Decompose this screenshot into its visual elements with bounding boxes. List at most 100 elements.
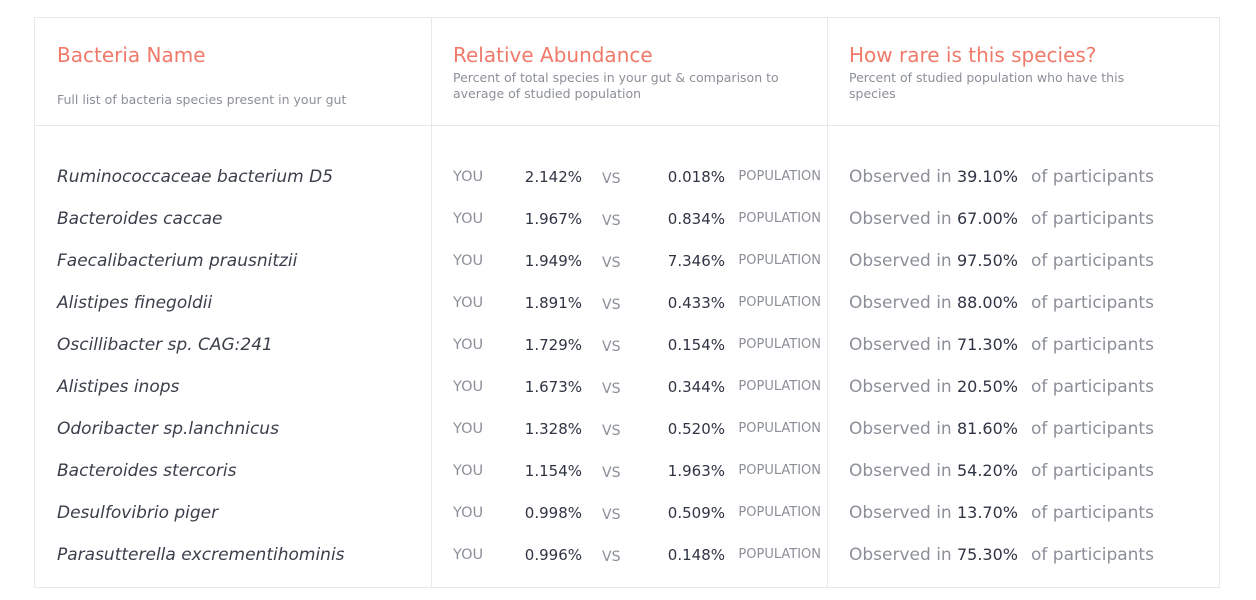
observed-in-label: Observed in (849, 545, 952, 565)
population-label: POPULATION (738, 505, 821, 520)
bacteria-name: Alistipes finegoldii (57, 293, 213, 313)
table-row: Observed in 67.00% of participants (828, 207, 1219, 231)
population-abundance-value: 0.509% (667, 504, 725, 522)
table-row: Observed in 39.10% of participants (828, 165, 1219, 189)
bacteria-name-column: Bacteria Name Full list of bacteria spec… (35, 18, 431, 587)
bacteria-name: Parasutterella excrementihominis (57, 545, 345, 565)
you-label: YOU (453, 295, 484, 311)
you-label: YOU (453, 505, 484, 521)
observed-in-label: Observed in (849, 377, 952, 397)
table-row: Oscillibacter sp. CAG:241 (35, 333, 431, 357)
bacteria-table: Bacteria Name Full list of bacteria spec… (34, 17, 1220, 588)
observed-percent-value: 88.00% (956, 293, 1018, 312)
table-row: YOU 1.673% VS 0.344% POPULATION (432, 375, 827, 399)
vs-label: VS (602, 339, 621, 355)
observed-in-label: Observed in (849, 503, 952, 523)
observed-in-label: Observed in (849, 419, 952, 439)
participants-label: of participants (1031, 209, 1154, 229)
participants-label: of participants (1031, 545, 1154, 565)
table-row: Faecalibacterium prausnitzii (35, 249, 431, 273)
observed-percent-value: 54.20% (956, 461, 1018, 480)
observed-percent-value: 75.30% (956, 545, 1018, 564)
observed-in-label: Observed in (849, 167, 952, 187)
table-row: Observed in 97.50% of participants (828, 249, 1219, 273)
table-row: Observed in 71.30% of participants (828, 333, 1219, 357)
observed-percent-value: 81.60% (956, 419, 1018, 438)
you-label: YOU (453, 211, 484, 227)
table-row: YOU 1.729% VS 0.154% POPULATION (432, 333, 827, 357)
bacteria-name: Ruminococcaceae bacterium D5 (57, 167, 334, 187)
table-row: Observed in 13.70% of participants (828, 501, 1219, 525)
bacteria-name: Desulfovibrio piger (57, 503, 219, 523)
bacteria-name: Oscillibacter sp. CAG:241 (57, 335, 273, 355)
rarity-header: How rare is this species? Percent of stu… (828, 18, 1219, 126)
participants-label: of participants (1031, 419, 1154, 439)
you-label: YOU (453, 253, 484, 269)
participants-label: of participants (1031, 377, 1154, 397)
vs-label: VS (602, 171, 621, 187)
population-abundance-value: 0.520% (667, 420, 725, 438)
you-label: YOU (453, 379, 484, 395)
population-label: POPULATION (738, 169, 821, 184)
bacteria-name: Odoribacter sp.lanchnicus (57, 419, 279, 439)
participants-label: of participants (1031, 461, 1154, 481)
population-label: POPULATION (738, 421, 821, 436)
population-label: POPULATION (738, 337, 821, 352)
bacteria-name: Faecalibacterium prausnitzii (57, 251, 298, 271)
you-label: YOU (453, 547, 484, 563)
table-row: YOU 0.996% VS 0.148% POPULATION (432, 543, 827, 567)
table-row: YOU 0.998% VS 0.509% POPULATION (432, 501, 827, 525)
table-row: Bacteroides stercoris (35, 459, 431, 483)
population-abundance-value: 0.433% (667, 294, 725, 312)
your-abundance-value: 2.142% (524, 168, 582, 186)
table-row: Observed in 81.60% of participants (828, 417, 1219, 441)
participants-label: of participants (1031, 293, 1154, 313)
population-abundance-value: 0.834% (667, 210, 725, 228)
population-abundance-value: 0.154% (667, 336, 725, 354)
participants-label: of participants (1031, 167, 1154, 187)
table-row: YOU 1.328% VS 0.520% POPULATION (432, 417, 827, 441)
table-row: YOU 1.891% VS 0.433% POPULATION (432, 291, 827, 315)
observed-percent-value: 67.00% (956, 209, 1018, 228)
your-abundance-value: 0.998% (524, 504, 582, 522)
table-row: Alistipes finegoldii (35, 291, 431, 315)
population-label: POPULATION (738, 547, 821, 562)
your-abundance-value: 1.729% (524, 336, 582, 354)
table-row: Desulfovibrio piger (35, 501, 431, 525)
bacteria-name: Alistipes inops (57, 377, 180, 397)
observed-percent-value: 13.70% (956, 503, 1018, 522)
observed-in-label: Observed in (849, 461, 952, 481)
vs-label: VS (602, 255, 621, 271)
relative-abundance-title: Relative Abundance (453, 43, 653, 67)
bacteria-name-subtitle: Full list of bacteria species present in… (57, 92, 347, 107)
observed-in-label: Observed in (849, 251, 952, 271)
table-row: Observed in 88.00% of participants (828, 291, 1219, 315)
participants-label: of participants (1031, 335, 1154, 355)
observed-percent-value: 39.10% (956, 167, 1018, 186)
population-label: POPULATION (738, 463, 821, 478)
vs-label: VS (602, 381, 621, 397)
participants-label: of participants (1031, 251, 1154, 271)
table-row: YOU 1.967% VS 0.834% POPULATION (432, 207, 827, 231)
table-row: YOU 1.949% VS 7.346% POPULATION (432, 249, 827, 273)
your-abundance-value: 1.967% (524, 210, 582, 228)
table-row: YOU 2.142% VS 0.018% POPULATION (432, 165, 827, 189)
observed-in-label: Observed in (849, 335, 952, 355)
population-label: POPULATION (738, 211, 821, 226)
population-abundance-value: 0.344% (667, 378, 725, 396)
bacteria-name-title: Bacteria Name (57, 43, 206, 67)
observed-percent-value: 97.50% (956, 251, 1018, 270)
vs-label: VS (602, 297, 621, 313)
you-label: YOU (453, 169, 484, 185)
you-label: YOU (453, 463, 484, 479)
your-abundance-value: 1.673% (524, 378, 582, 396)
population-abundance-value: 0.148% (667, 546, 725, 564)
population-label: POPULATION (738, 253, 821, 268)
vs-label: VS (602, 549, 621, 565)
relative-abundance-header: Relative Abundance Percent of total spec… (432, 18, 827, 126)
vs-label: VS (602, 507, 621, 523)
bacteria-name-header: Bacteria Name Full list of bacteria spec… (35, 18, 431, 126)
table-row: Alistipes inops (35, 375, 431, 399)
observed-in-label: Observed in (849, 209, 952, 229)
relative-abundance-subtitle: Percent of total species in your gut & c… (453, 70, 779, 101)
